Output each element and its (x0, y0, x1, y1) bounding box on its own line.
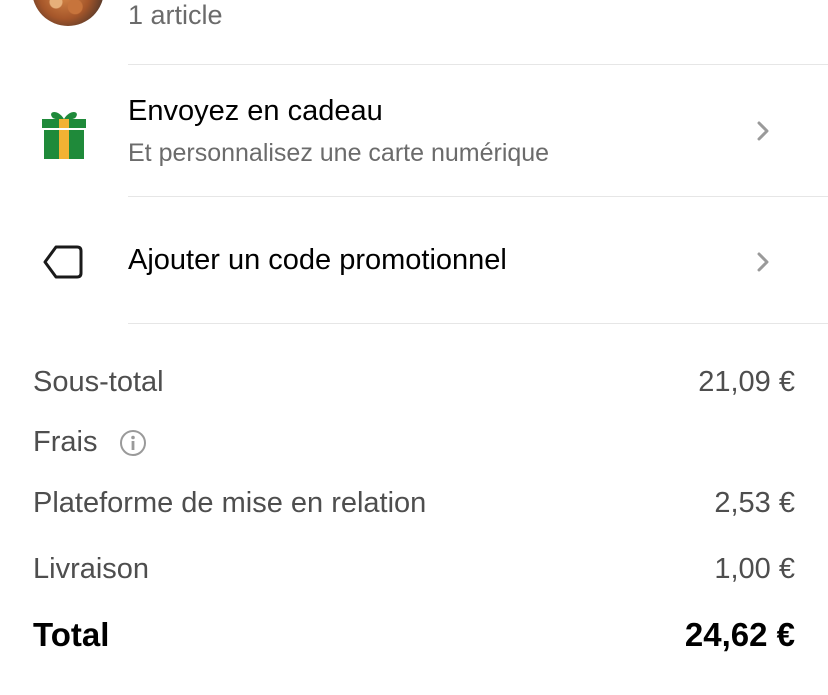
item-count: 1 article (128, 0, 223, 30)
tag-icon (43, 245, 83, 279)
delivery-value: 1,00 € (714, 553, 795, 585)
delivery-label: Livraison (33, 553, 150, 585)
gift-subtitle: Et personnalisez une carte numérique (128, 139, 550, 167)
subtotal-row: Sous-total 21,09 € (33, 362, 795, 402)
chevron-right-icon (757, 252, 769, 272)
divider (128, 323, 828, 324)
total-value: 24,62 € (684, 616, 795, 653)
platform-fee-row: Plateforme de mise en relation 2,53 € (33, 483, 795, 523)
total-label: Total (33, 616, 110, 653)
subtotal-value: 21,09 € (698, 366, 795, 398)
gift-title: Envoyez en cadeau (128, 95, 383, 127)
total-row: Total 24,62 € (33, 615, 795, 655)
store-thumbnail (32, 0, 104, 26)
fees-row: Frais (33, 422, 795, 462)
subtotal-label: Sous-total (33, 366, 164, 398)
delivery-row: Livraison 1,00 € (33, 549, 795, 589)
send-as-gift-row[interactable]: Envoyez en cadeau Et personnalisez une c… (0, 65, 828, 195)
info-icon[interactable] (119, 429, 147, 457)
platform-fee-value: 2,53 € (714, 487, 795, 519)
gift-icon (42, 112, 86, 159)
promo-code-row[interactable]: Ajouter un code promotionnel (0, 196, 828, 323)
fees-label: Frais (33, 426, 98, 458)
cart-item-row[interactable]: 1 article (0, 0, 828, 64)
platform-fee-label: Plateforme de mise en relation (33, 487, 427, 519)
chevron-right-icon (757, 121, 769, 141)
promo-label: Ajouter un code promotionnel (128, 244, 507, 276)
